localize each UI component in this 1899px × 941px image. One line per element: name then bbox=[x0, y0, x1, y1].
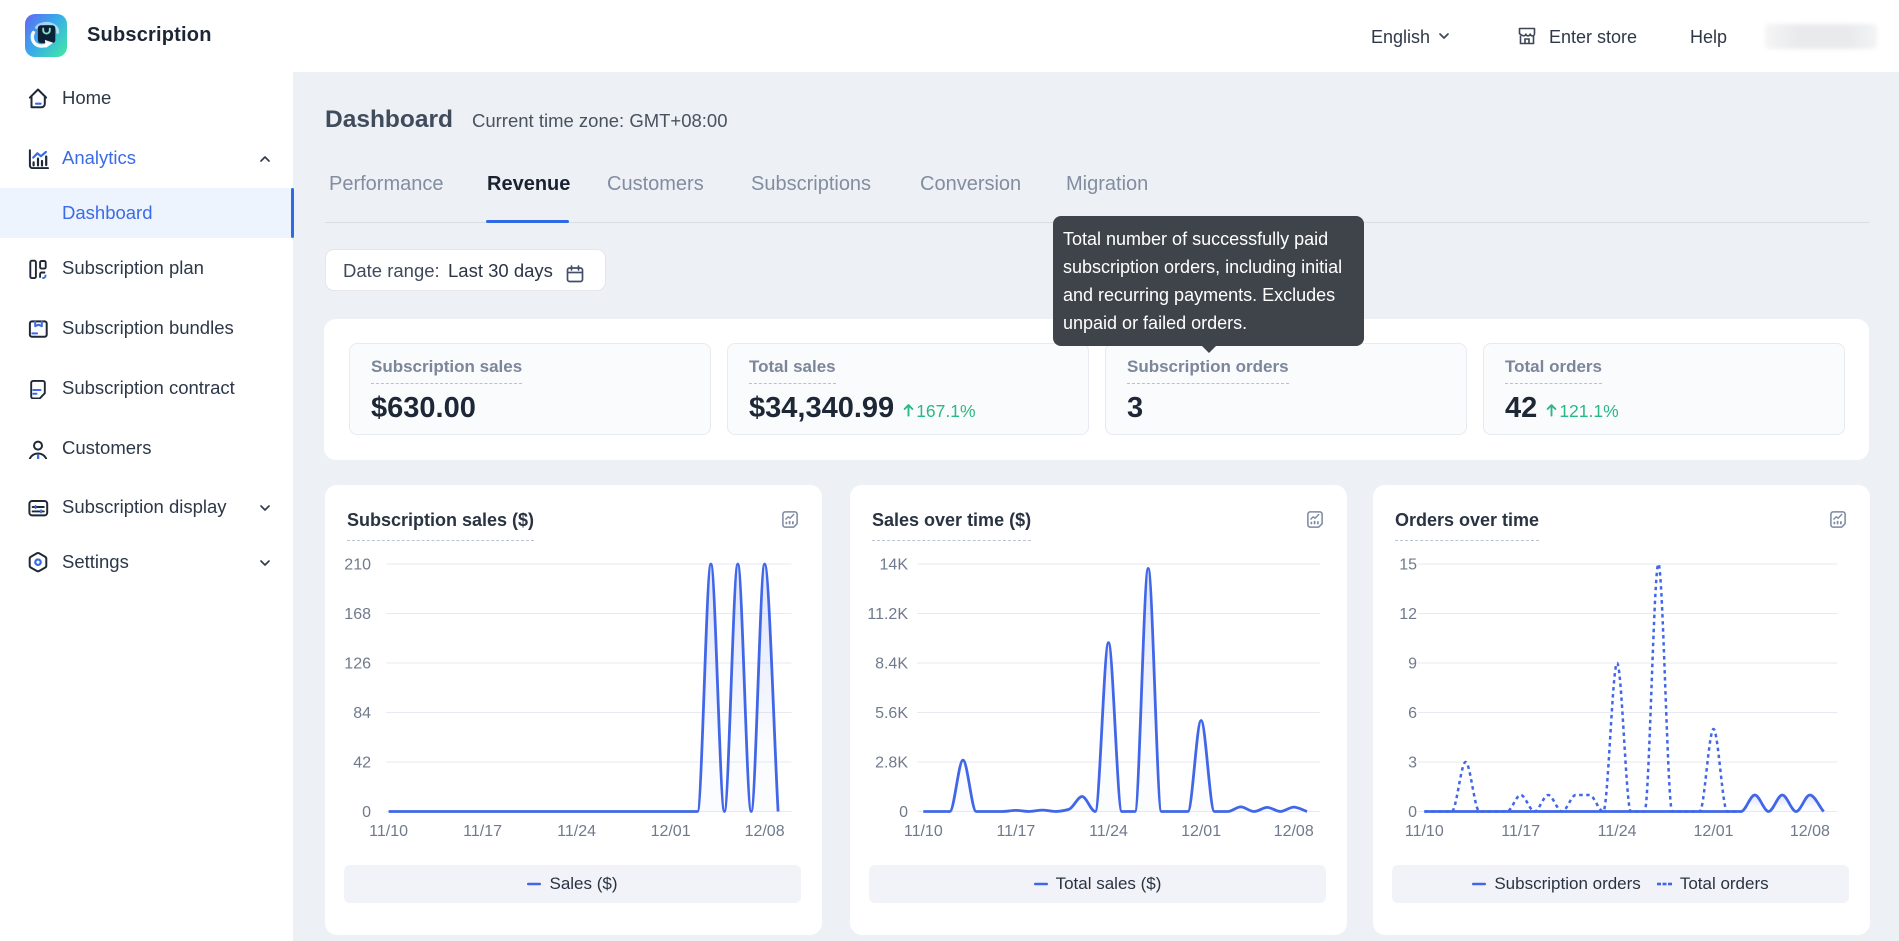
svg-text:12/08: 12/08 bbox=[1790, 823, 1830, 840]
svg-text:12/08: 12/08 bbox=[1274, 823, 1314, 840]
svg-text:11/10: 11/10 bbox=[904, 823, 943, 840]
svg-text:2.8K: 2.8K bbox=[875, 755, 908, 772]
svg-text:126: 126 bbox=[344, 656, 371, 673]
svg-text:12/01: 12/01 bbox=[651, 823, 691, 840]
svg-text:210: 210 bbox=[344, 557, 371, 574]
svg-text:42: 42 bbox=[353, 755, 371, 772]
svg-text:11/10: 11/10 bbox=[369, 823, 408, 840]
svg-text:11/24: 11/24 bbox=[1089, 823, 1128, 840]
svg-text:11/17: 11/17 bbox=[463, 823, 502, 840]
svg-text:0: 0 bbox=[1408, 804, 1417, 821]
svg-text:6: 6 bbox=[1408, 705, 1417, 722]
svg-text:84: 84 bbox=[353, 705, 371, 722]
svg-text:8.4K: 8.4K bbox=[875, 656, 908, 673]
svg-text:14K: 14K bbox=[880, 557, 909, 574]
svg-text:11/24: 11/24 bbox=[557, 823, 596, 840]
svg-text:12/01: 12/01 bbox=[1693, 823, 1733, 840]
svg-text:3: 3 bbox=[1408, 755, 1417, 772]
svg-text:168: 168 bbox=[344, 606, 371, 623]
svg-text:12: 12 bbox=[1399, 606, 1417, 623]
svg-text:11.2K: 11.2K bbox=[867, 606, 908, 623]
svg-text:0: 0 bbox=[899, 804, 908, 821]
svg-text:11/24: 11/24 bbox=[1598, 823, 1637, 840]
svg-text:11/17: 11/17 bbox=[1501, 823, 1540, 840]
svg-text:5.6K: 5.6K bbox=[875, 705, 908, 722]
svg-text:11/10: 11/10 bbox=[1405, 823, 1444, 840]
svg-text:11/17: 11/17 bbox=[996, 823, 1035, 840]
svg-text:12/08: 12/08 bbox=[745, 823, 785, 840]
svg-text:9: 9 bbox=[1408, 656, 1417, 673]
svg-text:12/01: 12/01 bbox=[1181, 823, 1221, 840]
svg-text:0: 0 bbox=[362, 804, 371, 821]
svg-text:15: 15 bbox=[1399, 557, 1417, 574]
